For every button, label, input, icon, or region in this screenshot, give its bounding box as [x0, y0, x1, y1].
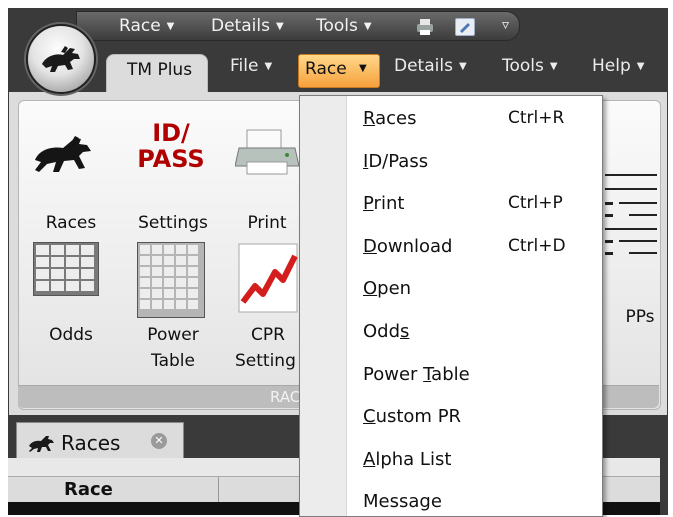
idpass-icon-line1: ID/ — [152, 119, 190, 147]
menu-item-label: Odds — [363, 321, 410, 342]
cpr-label-line2[interactable]: Setting — [235, 348, 301, 374]
tab-file[interactable]: File ▼ — [230, 56, 272, 76]
tab-help-label: Help — [592, 56, 631, 76]
menu-item-power-table[interactable]: Power Table — [300, 356, 602, 398]
chevron-down-icon: ▼ — [166, 21, 175, 32]
menu-item-label: Races — [363, 108, 417, 129]
print-button-label[interactable]: Print — [237, 210, 297, 236]
menu-item-label: Alpha List — [363, 448, 452, 470]
menu-item-label: Open — [363, 278, 412, 300]
pps-lines-icon[interactable] — [605, 174, 657, 289]
tab-tm-plus[interactable]: TM Plus — [106, 54, 208, 93]
tab-tm-plus-label: TM Plus — [127, 60, 193, 80]
menu-item-odds[interactable]: Odds — [300, 313, 602, 355]
cpr-label-line1[interactable]: CPR — [237, 322, 299, 348]
doc-tab-races[interactable]: Races ✕ — [16, 422, 184, 460]
column-divider — [218, 477, 219, 503]
chevron-down-icon: ▼ — [264, 61, 273, 72]
qat-race-menu[interactable]: Race ▼ — [119, 16, 174, 36]
menu-item-print[interactable]: Print Ctrl+P — [300, 185, 602, 227]
qat-tools-menu[interactable]: Tools ▼ — [316, 16, 372, 36]
printer-icon[interactable] — [234, 128, 301, 183]
printer-icon[interactable] — [415, 18, 433, 35]
menu-item-shortcut: Ctrl+P — [508, 193, 563, 214]
menu-item-label: Custom PR — [363, 406, 462, 428]
menu-item-label: ID/Pass — [363, 150, 429, 172]
odds-grid-icon[interactable] — [33, 242, 99, 296]
menu-item-shortcut: Ctrl+D — [508, 235, 566, 256]
menu-item-label: Power Table — [363, 363, 470, 385]
menu-item-label: Download — [363, 235, 453, 257]
tab-file-label: File — [230, 56, 259, 76]
horse-icon — [29, 436, 54, 452]
tab-tools-label: Tools — [502, 56, 544, 76]
chevron-down-icon: ▼ — [636, 61, 645, 72]
tab-race[interactable]: Race ▼ — [298, 54, 380, 88]
menu-item-alpha-list[interactable]: Alpha List — [300, 441, 602, 483]
qat-race-label: Race — [119, 16, 161, 36]
menu-item-shortcut: Ctrl+R — [508, 108, 565, 128]
race-dropdown-menu: Races Ctrl+R ID/Pass Print Ctrl+P Download Ctr… — [299, 95, 603, 517]
tab-help[interactable]: Help ▼ — [592, 56, 644, 76]
qat-details-menu[interactable]: Details ▼ — [211, 16, 284, 36]
edit-icon[interactable] — [455, 18, 475, 36]
races-horse-icon[interactable] — [29, 128, 109, 183]
chevron-down-icon: ▼ — [359, 63, 367, 74]
tab-details-label: Details — [394, 56, 453, 76]
power-table-label-line1[interactable]: Power — [127, 322, 219, 348]
qat-details-label: Details — [211, 16, 270, 36]
doc-tab-label: Races — [61, 431, 121, 455]
power-table-grid-icon[interactable] — [137, 242, 205, 318]
chevron-down-icon: ▼ — [549, 61, 558, 72]
ribbon-group-label: RAC — [270, 388, 301, 406]
cpr-chart-icon[interactable] — [237, 242, 299, 319]
pps-button-label[interactable]: PPs — [617, 304, 663, 330]
horse-logo-icon — [42, 46, 80, 72]
tab-race-label: Race — [305, 59, 347, 79]
chevron-down-icon: ▼ — [275, 21, 284, 32]
menu-item-label: Message — [363, 491, 442, 513]
idpass-icon[interactable]: ID/PASS — [131, 120, 211, 172]
menu-item-download[interactable]: Download Ctrl+D — [300, 228, 602, 270]
tab-details[interactable]: Details ▼ — [394, 56, 467, 76]
menu-item-open[interactable]: Open — [300, 270, 602, 312]
menu-item-custom-pr[interactable]: Custom PR — [300, 398, 602, 440]
power-table-label-line2[interactable]: Table — [127, 348, 219, 374]
odds-button-label[interactable]: Odds — [35, 322, 107, 348]
settings-button-label[interactable]: Settings — [127, 210, 219, 236]
idpass-icon-line2: PASS — [137, 145, 205, 173]
close-icon[interactable]: ✕ — [151, 433, 167, 449]
tab-tools[interactable]: Tools ▼ — [502, 56, 558, 76]
qat-tools-label: Tools — [316, 16, 358, 36]
chevron-down-icon: ▼ — [363, 21, 372, 32]
menu-item-message[interactable]: Message — [300, 483, 602, 516]
ribbon-tab-bar: TM Plus File ▼ Race ▼ Details ▼ Tools ▼ Help… — [8, 42, 668, 93]
races-button-label[interactable]: Races — [35, 210, 107, 236]
menu-item-id-pass[interactable]: ID/Pass — [300, 143, 602, 185]
quick-access-toolbar: Race ▼ Details ▼ Tools ▼ ▿ — [76, 11, 520, 41]
column-header-race[interactable]: Race — [64, 479, 113, 500]
customize-toolbar-button[interactable]: ▿ — [502, 17, 509, 33]
menu-item-label: Print — [363, 193, 405, 215]
app-orb-button[interactable] — [26, 24, 96, 94]
chevron-down-icon: ▼ — [458, 61, 467, 72]
menu-item-races[interactable]: Races Ctrl+R — [300, 100, 602, 142]
